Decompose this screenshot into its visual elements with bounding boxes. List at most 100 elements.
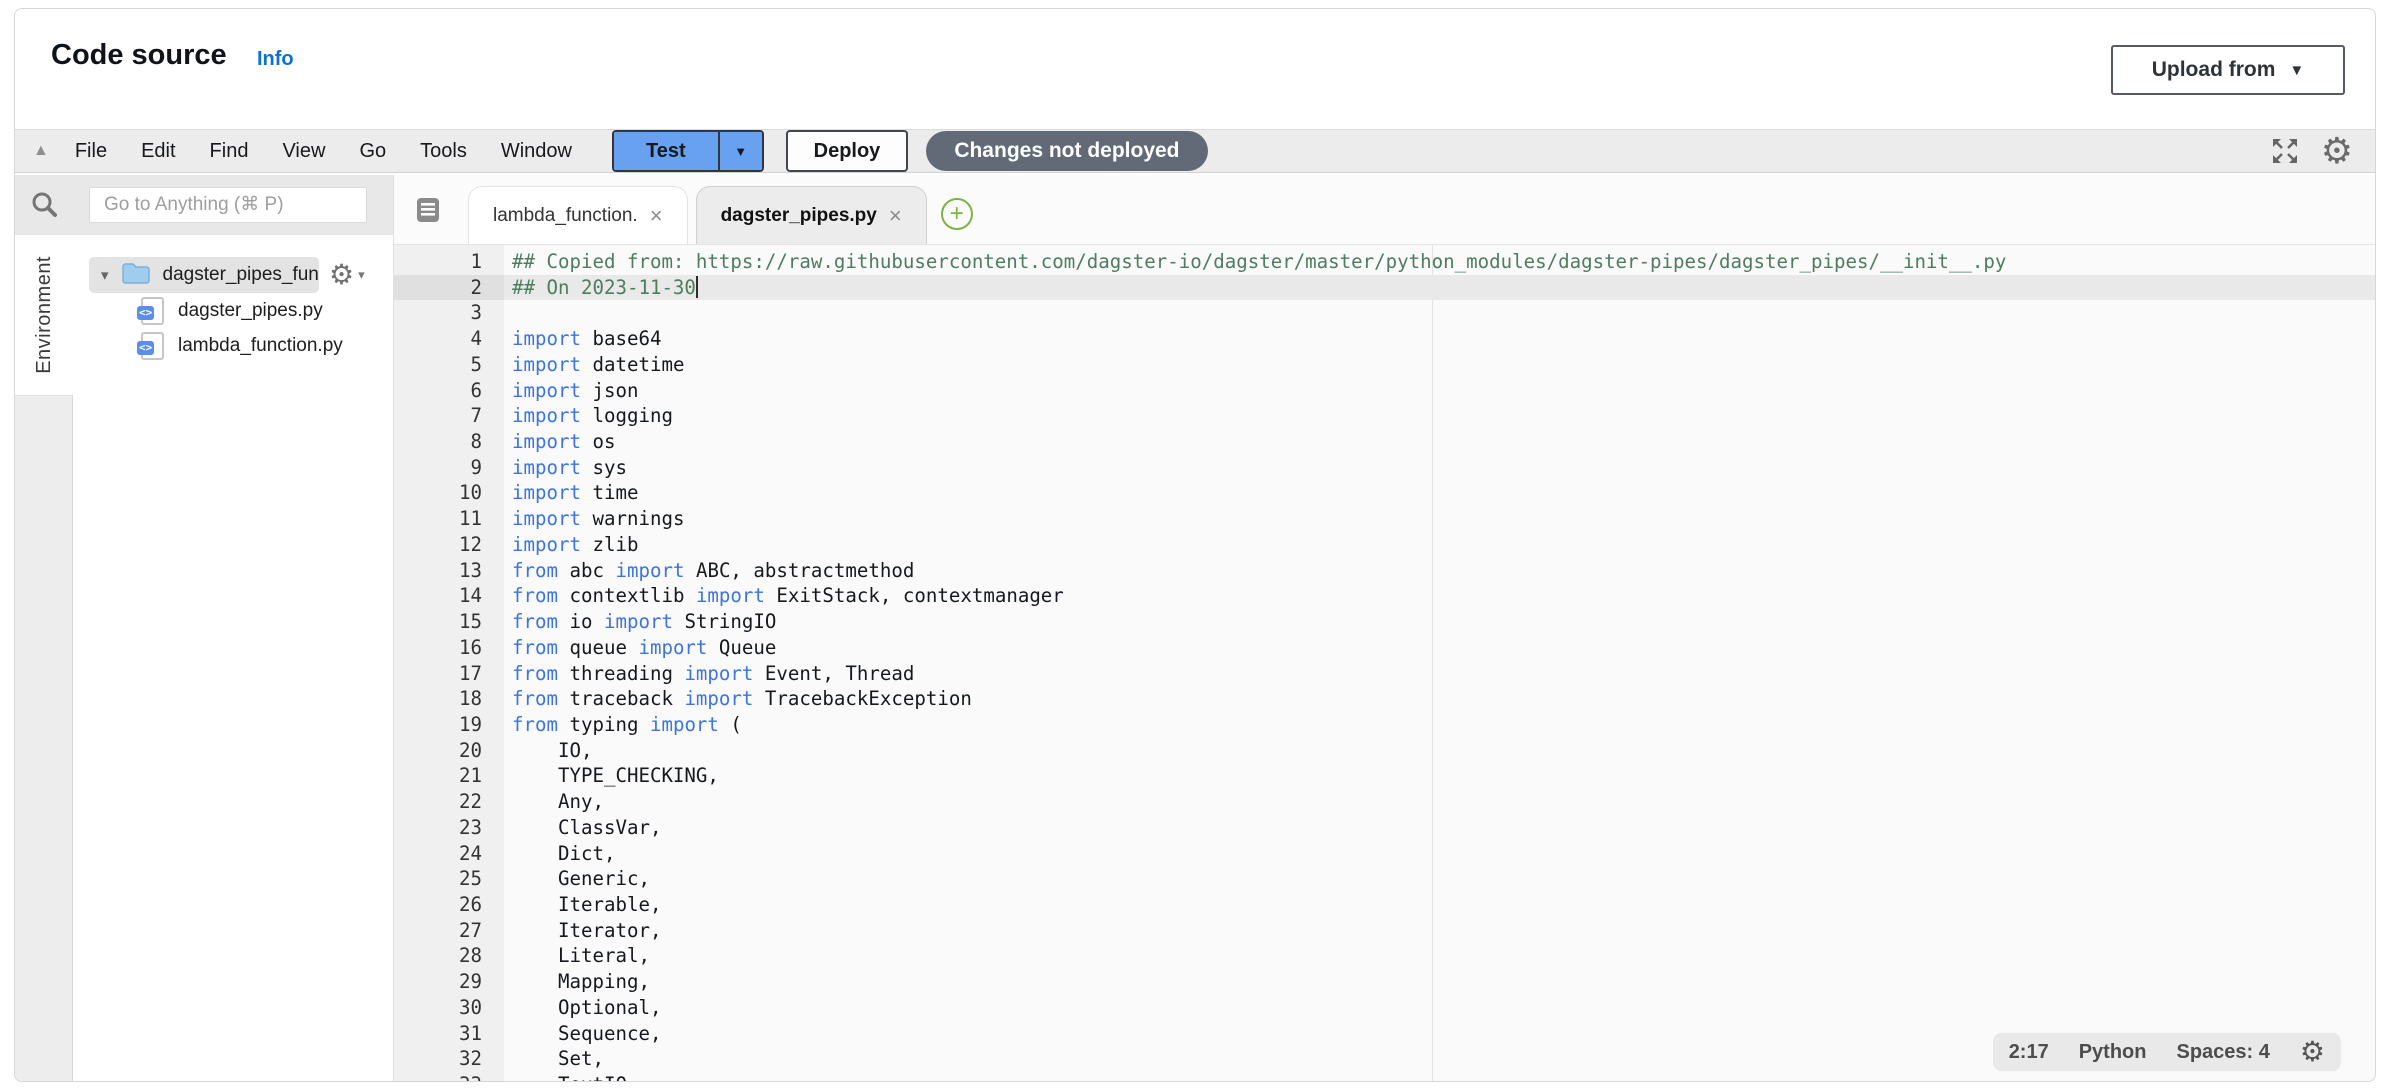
search-icon[interactable] xyxy=(15,190,73,220)
code-line[interactable]: 8import os xyxy=(394,429,2375,455)
code-line[interactable]: 2## On 2023-11-30 xyxy=(394,275,2375,301)
menu-go[interactable]: Go xyxy=(359,140,386,163)
language-mode[interactable]: Python xyxy=(2079,1041,2147,1064)
code-line[interactable]: 11import warnings xyxy=(394,506,2375,532)
code-editor[interactable]: 1## Copied from: https://raw.githubuserc… xyxy=(394,245,2375,1081)
code-line[interactable]: 5import datetime xyxy=(394,352,2375,378)
code-line[interactable]: 20 IO, xyxy=(394,738,2375,764)
line-number[interactable]: 25 xyxy=(394,866,504,892)
code-line[interactable]: 19from typing import ( xyxy=(394,712,2375,738)
code-line[interactable]: 6import json xyxy=(394,378,2375,404)
line-number[interactable]: 4 xyxy=(394,326,504,352)
gear-icon[interactable]: ⚙ xyxy=(2321,133,2353,169)
line-number[interactable]: 18 xyxy=(394,686,504,712)
menu-find[interactable]: Find xyxy=(210,140,249,163)
close-icon[interactable]: × xyxy=(889,205,902,227)
code-line[interactable]: 27 Iterator, xyxy=(394,918,2375,944)
code-line[interactable]: 29 Mapping, xyxy=(394,969,2375,995)
line-number[interactable]: 11 xyxy=(394,506,504,532)
tree-settings-button[interactable]: ⚙ ▾ xyxy=(329,261,365,289)
new-tab-button[interactable]: + xyxy=(941,198,973,230)
tab-dagster-pipes[interactable]: dagster_pipes.py × xyxy=(696,186,927,244)
line-number[interactable]: 23 xyxy=(394,815,504,841)
line-number[interactable]: 7 xyxy=(394,403,504,429)
line-number[interactable]: 10 xyxy=(394,480,504,506)
code-line[interactable]: 15from io import StringIO xyxy=(394,609,2375,635)
line-number[interactable]: 5 xyxy=(394,352,504,378)
code-line[interactable]: 33 TextIO xyxy=(394,1072,2375,1081)
line-number[interactable]: 17 xyxy=(394,661,504,687)
code-line[interactable]: 18from traceback import TracebackExcepti… xyxy=(394,686,2375,712)
line-number[interactable]: 8 xyxy=(394,429,504,455)
chevron-down-icon[interactable]: ▾ xyxy=(101,266,109,284)
code-line[interactable]: 26 Iterable, xyxy=(394,892,2375,918)
code-line[interactable]: 16from queue import Queue xyxy=(394,635,2375,661)
line-number[interactable]: 6 xyxy=(394,378,504,404)
line-number[interactable]: 24 xyxy=(394,841,504,867)
line-number[interactable]: 32 xyxy=(394,1046,504,1072)
code-line[interactable]: 24 Dict, xyxy=(394,841,2375,867)
cursor-position[interactable]: 2:17 xyxy=(2009,1041,2049,1064)
line-number[interactable]: 27 xyxy=(394,918,504,944)
menu-window[interactable]: Window xyxy=(501,140,572,163)
line-number[interactable]: 33 xyxy=(394,1072,504,1081)
info-link[interactable]: Info xyxy=(257,48,294,71)
line-number[interactable]: 12 xyxy=(394,532,504,558)
tree-folder-row[interactable]: ▾ dagster_pipes_funct xyxy=(89,257,319,293)
tree-file-lambda-function[interactable]: <> lambda_function.py xyxy=(141,328,393,363)
line-number[interactable]: 1 xyxy=(394,249,504,275)
go-to-anything-input[interactable] xyxy=(89,187,367,223)
gear-icon[interactable]: ⚙ xyxy=(2300,1038,2325,1066)
fullscreen-icon[interactable] xyxy=(2269,135,2301,167)
line-number[interactable]: 2 xyxy=(394,275,504,301)
line-number[interactable]: 21 xyxy=(394,763,504,789)
page-title: Code source xyxy=(51,39,227,72)
code-line[interactable]: 10import time xyxy=(394,480,2375,506)
code-line[interactable]: 12import zlib xyxy=(394,532,2375,558)
line-number[interactable]: 30 xyxy=(394,995,504,1021)
menu-edit[interactable]: Edit xyxy=(141,140,175,163)
line-number[interactable]: 19 xyxy=(394,712,504,738)
tab-list-icon[interactable] xyxy=(414,195,444,225)
menu-file[interactable]: File xyxy=(75,140,107,163)
code-line[interactable]: 22 Any, xyxy=(394,789,2375,815)
line-number[interactable]: 9 xyxy=(394,455,504,481)
menu-view[interactable]: View xyxy=(282,140,325,163)
line-number[interactable]: 3 xyxy=(394,300,504,326)
code-line[interactable]: 9import sys xyxy=(394,455,2375,481)
code-line[interactable]: 21 TYPE_CHECKING, xyxy=(394,763,2375,789)
code-line[interactable]: 13from abc import ABC, abstractmethod xyxy=(394,558,2375,584)
code-line[interactable]: 23 ClassVar, xyxy=(394,815,2375,841)
code-line[interactable]: 17from threading import Event, Thread xyxy=(394,661,2375,687)
test-button[interactable]: Test xyxy=(614,132,718,170)
test-dropdown-button[interactable]: ▼ xyxy=(718,132,762,170)
tab-lambda-function[interactable]: lambda_function. × xyxy=(468,186,688,244)
code-line[interactable]: 4import base64 xyxy=(394,326,2375,352)
code-file-icon: <> xyxy=(141,297,164,325)
line-number[interactable]: 28 xyxy=(394,943,504,969)
line-number[interactable]: 22 xyxy=(394,789,504,815)
code-line[interactable]: 1## Copied from: https://raw.githubuserc… xyxy=(394,249,2375,275)
line-number[interactable]: 15 xyxy=(394,609,504,635)
tree-file-dagster-pipes[interactable]: <> dagster_pipes.py xyxy=(141,293,393,328)
upload-from-button[interactable]: Upload from ▼ xyxy=(2111,45,2345,95)
code-line[interactable]: 30 Optional, xyxy=(394,995,2375,1021)
code-line[interactable]: 7import logging xyxy=(394,403,2375,429)
line-number[interactable]: 16 xyxy=(394,635,504,661)
line-number[interactable]: 26 xyxy=(394,892,504,918)
code-line[interactable]: 25 Generic, xyxy=(394,866,2375,892)
code-line[interactable]: 28 Literal, xyxy=(394,943,2375,969)
code-line[interactable]: 14from contextlib import ExitStack, cont… xyxy=(394,583,2375,609)
close-icon[interactable]: × xyxy=(650,205,663,227)
collapse-panel-icon[interactable]: ▲ xyxy=(33,142,49,160)
code-line[interactable]: 3 xyxy=(394,300,2375,326)
indentation-setting[interactable]: Spaces: 4 xyxy=(2177,1041,2270,1064)
environment-tab[interactable]: Environment xyxy=(15,235,73,395)
line-number[interactable]: 13 xyxy=(394,558,504,584)
line-number[interactable]: 31 xyxy=(394,1021,504,1047)
deploy-button[interactable]: Deploy xyxy=(786,130,909,172)
line-number[interactable]: 29 xyxy=(394,969,504,995)
menu-tools[interactable]: Tools xyxy=(420,140,467,163)
line-number[interactable]: 20 xyxy=(394,738,504,764)
line-number[interactable]: 14 xyxy=(394,583,504,609)
